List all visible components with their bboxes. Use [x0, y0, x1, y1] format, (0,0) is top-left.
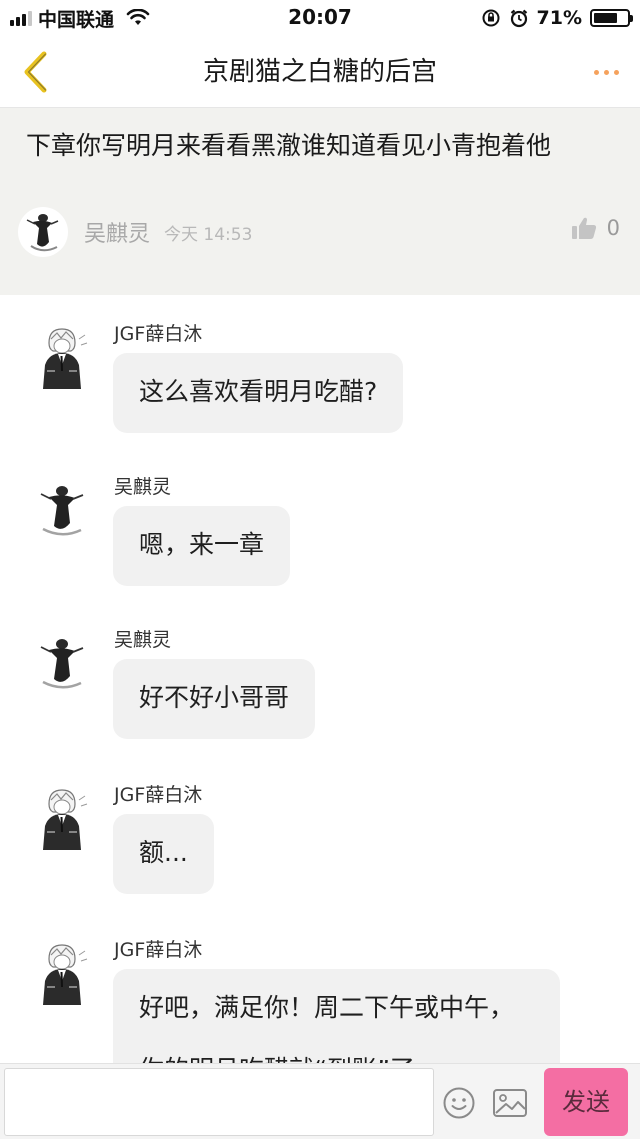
ink-figure-avatar-icon	[40, 639, 84, 689]
message-bubble[interactable]: 额...	[113, 814, 214, 894]
battery-icon	[590, 9, 633, 27]
anime-boy-avatar-icon	[43, 944, 88, 1005]
more-dot	[613, 69, 619, 75]
like-button[interactable]: 0	[571, 216, 620, 240]
nav-bar: 京剧猫之白糖的后宫	[0, 36, 640, 108]
chevron-left-icon	[24, 51, 47, 93]
post-meta: 吴麒灵 今天 14:53	[18, 204, 252, 260]
alarm-icon	[510, 9, 527, 28]
post-time: 今天 14:53	[164, 224, 253, 245]
message-input[interactable]	[4, 1068, 434, 1136]
more-dots-icon	[593, 69, 599, 75]
avatar[interactable]	[34, 786, 90, 852]
input-bar: 发送	[0, 1063, 640, 1139]
post-text: 下章你写明月来看看黑澈谁知道看见小青抱着他	[26, 131, 552, 160]
message-bubble[interactable]: 好不好小哥哥	[113, 659, 316, 739]
avatar[interactable]	[34, 325, 90, 391]
avatar[interactable]	[34, 631, 90, 697]
message-author: JGF薛白沐	[114, 939, 203, 961]
orientation-lock-icon	[482, 9, 500, 27]
avatar[interactable]	[18, 207, 68, 257]
message-author: JGF薛白沐	[114, 323, 203, 345]
back-button[interactable]	[10, 46, 60, 98]
message-bubble[interactable]: 好吧，满足你！周二下午或中午，你的明月吃醋就“到账”了，	[113, 969, 560, 1063]
message-bubble[interactable]: 这么喜欢看明月吃醋?	[113, 353, 404, 433]
battery-level	[594, 13, 617, 23]
message-bubble[interactable]: 嗯，来一章	[113, 506, 291, 586]
post-author[interactable]: 吴麒灵	[84, 216, 150, 248]
avatar[interactable]	[34, 478, 90, 544]
original-post: 下章你写明月来看看黑澈谁知道看见小青抱着他 吴麒灵 今天 14:53 0	[0, 108, 640, 295]
ink-figure-avatar-icon	[40, 486, 84, 536]
status-bar: 中国联通 20:07 71%	[0, 0, 640, 36]
anime-boy-avatar-icon	[43, 328, 88, 389]
ink-figure-avatar-icon	[26, 214, 59, 252]
send-button[interactable]: 发送	[544, 1068, 628, 1136]
emoji-icon[interactable]	[442, 1086, 476, 1120]
page-title: 京剧猫之白糖的后宫	[202, 57, 437, 87]
more-button[interactable]	[586, 58, 626, 86]
message-list[interactable]: JGF薛白沐 这么喜欢看明月吃醋? 吴麒灵 嗯，来一章 吴麒灵 好不好小哥哥 J…	[0, 295, 640, 1063]
battery-percent: 71%	[536, 7, 582, 29]
like-count: 0	[606, 216, 620, 240]
avatar[interactable]	[34, 941, 90, 1007]
anime-boy-avatar-icon	[43, 789, 88, 850]
image-icon[interactable]	[492, 1086, 528, 1120]
message-author: JGF薛白沐	[114, 784, 203, 806]
thumbs-up-icon	[571, 217, 596, 239]
more-dot	[603, 69, 609, 75]
message-author: 吴麒灵	[114, 629, 172, 651]
message-author: 吴麒灵	[114, 476, 172, 498]
status-bar-right: 71%	[481, 6, 633, 30]
